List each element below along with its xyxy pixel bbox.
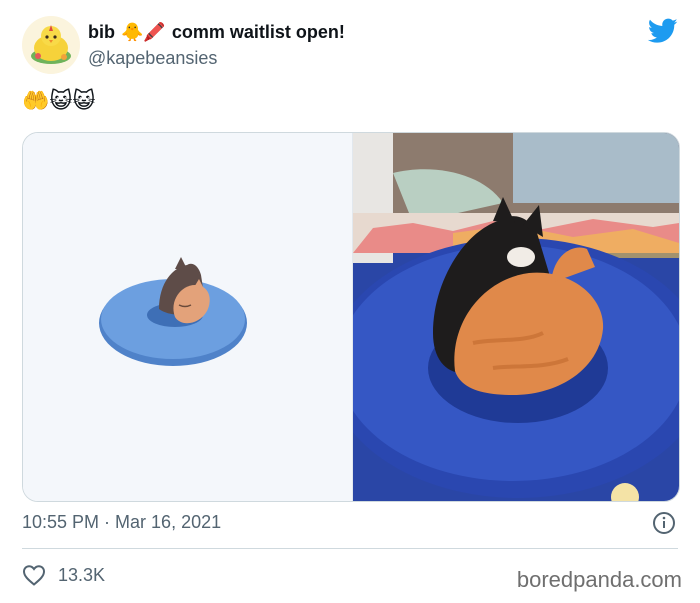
avatar[interactable]: [22, 16, 80, 74]
tweet-text: 🤲😺😺: [22, 88, 96, 113]
name-emoji: 🐥🖍️: [121, 22, 166, 42]
tweet-timestamp[interactable]: 10:55 PM · Mar 16, 2021: [22, 512, 221, 533]
watermark: boredpanda.com: [516, 567, 682, 592]
display-name[interactable]: bib: [88, 22, 115, 43]
kitten-drawing-image: [99, 257, 247, 366]
media-photo[interactable]: [328, 133, 679, 501]
author-name-row[interactable]: bib 🐥🖍️ comm waitlist open!: [88, 22, 345, 43]
media-illustration[interactable]: [23, 133, 353, 501]
info-icon[interactable]: [652, 511, 676, 535]
divider: [22, 548, 678, 549]
author-handle[interactable]: @kapebeansies: [88, 48, 217, 69]
tweet-media[interactable]: [22, 132, 680, 502]
avatar-chick-image: [31, 25, 71, 64]
heart-icon[interactable]: [22, 564, 46, 586]
like-count: 13.3K: [58, 564, 106, 585]
twitter-bird-icon[interactable]: [648, 18, 678, 44]
like-action[interactable]: 13.3K: [22, 564, 105, 586]
display-name-suffix[interactable]: comm waitlist open!: [172, 22, 345, 43]
kittens-photo-image: [328, 133, 679, 501]
